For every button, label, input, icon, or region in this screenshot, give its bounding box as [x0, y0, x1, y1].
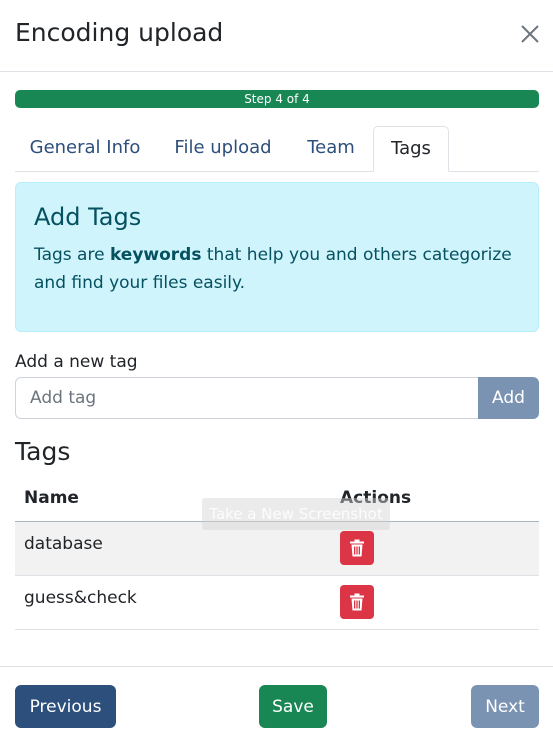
progress-bar: Step 4 of 4 — [15, 90, 539, 108]
info-text-keyword: keywords — [109, 245, 202, 265]
screenshot-tooltip: Take a New Screenshot — [202, 498, 390, 530]
delete-tag-button[interactable] — [340, 585, 374, 619]
tab-team[interactable]: Team — [295, 126, 367, 172]
tab-bar: General Info File upload Team Tags — [15, 126, 539, 172]
tag-name: database — [24, 534, 103, 554]
column-header-name: Name — [24, 488, 79, 508]
add-tag-input[interactable] — [15, 377, 478, 419]
tab-file-upload[interactable]: File upload — [163, 126, 283, 172]
previous-button[interactable]: Previous — [15, 685, 116, 728]
close-icon[interactable] — [518, 22, 542, 46]
save-button[interactable]: Save — [259, 685, 327, 728]
add-tag-label: Add a new tag — [15, 352, 138, 372]
tags-heading: Tags — [15, 437, 71, 466]
table-row: guess&check — [15, 576, 539, 630]
tag-name: guess&check — [24, 588, 137, 608]
progress-label: Step 4 of 4 — [244, 92, 310, 106]
next-button[interactable]: Next — [471, 685, 539, 728]
tab-general-info[interactable]: General Info — [20, 126, 150, 172]
info-text-start: Tags are — [34, 245, 110, 265]
info-heading: Add Tags — [34, 203, 142, 231]
progress-bar-fill: Step 4 of 4 — [15, 90, 539, 108]
modal-footer: Previous Save Next — [0, 666, 553, 740]
modal-header: Encoding upload — [0, 0, 553, 72]
tab-tags[interactable]: Tags — [373, 126, 449, 172]
trash-icon — [350, 539, 364, 557]
modal-title: Encoding upload — [15, 18, 224, 47]
info-alert: Add Tags Tags are keywords that help you… — [15, 182, 539, 332]
add-tag-button[interactable]: Add — [478, 377, 539, 419]
table-row: database — [15, 522, 539, 576]
trash-icon — [350, 593, 364, 611]
delete-tag-button[interactable] — [340, 531, 374, 565]
info-text: Tags are keywords that help you and othe… — [34, 241, 524, 297]
